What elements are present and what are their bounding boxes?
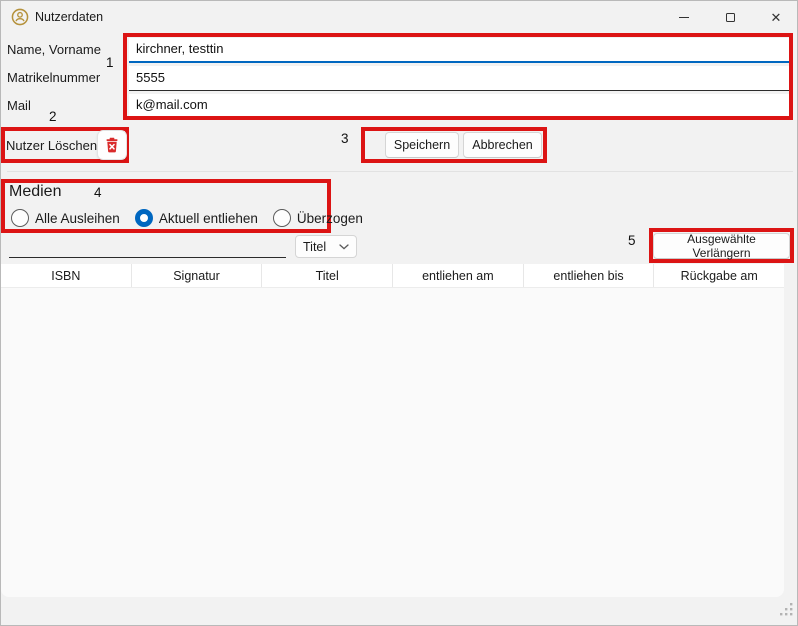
delete-user-button[interactable]: [97, 130, 127, 160]
window-title: Nutzerdaten: [35, 10, 103, 24]
annotation-number-1: 1: [106, 55, 114, 70]
medien-section-title: Medien: [9, 183, 61, 201]
column-header-rueckgabe-am[interactable]: Rückgabe am: [654, 264, 784, 287]
matrikelnummer-label: Matrikelnummer: [7, 70, 100, 85]
close-icon: ✕: [771, 11, 782, 24]
section-divider: [7, 171, 793, 172]
trash-delete-icon: [104, 137, 120, 153]
column-header-signatur[interactable]: Signatur: [132, 264, 263, 287]
user-avatar-icon: [11, 8, 29, 26]
save-button[interactable]: Speichern: [385, 132, 459, 158]
mail-label: Mail: [7, 98, 31, 113]
column-header-entliehen-am[interactable]: entliehen am: [393, 264, 524, 287]
cancel-button[interactable]: Abbrechen: [463, 132, 542, 158]
media-table-header: ISBN Signatur Titel entliehen am entlieh…: [1, 264, 784, 288]
annotation-box-1: [123, 33, 793, 120]
radio-off-icon: [11, 209, 29, 227]
annotation-number-3: 3: [341, 131, 349, 146]
close-button[interactable]: ✕: [753, 1, 798, 33]
annotation-number-5: 5: [628, 233, 636, 248]
delete-user-label: Nutzer Löschen: [6, 138, 97, 153]
minimize-button[interactable]: [661, 1, 707, 33]
column-header-entliehen-bis[interactable]: entliehen bis: [524, 264, 655, 287]
radio-ueberzogen[interactable]: Überzogen: [273, 209, 363, 227]
radio-on-icon: [135, 209, 153, 227]
extend-selected-button[interactable]: Ausgewählte Verlängern: [653, 233, 790, 259]
chevron-down-icon: [339, 244, 349, 250]
radio-off-icon: [273, 209, 291, 227]
nutzerdaten-window: Nutzerdaten ✕ Name, Vorname Matrikelnumm…: [0, 0, 798, 626]
radio-aktuell-entliehen[interactable]: Aktuell entliehen: [135, 209, 258, 227]
annotation-number-2: 2: [49, 109, 57, 124]
media-table-body: [1, 288, 784, 597]
media-search-input[interactable]: [9, 237, 286, 258]
resize-grip-icon[interactable]: [779, 602, 793, 616]
loan-filter-radio-group: Alle Ausleihen Aktuell entliehen Überzog…: [11, 209, 363, 227]
radio-alle-ausleihen[interactable]: Alle Ausleihen: [11, 209, 120, 227]
minimize-icon: [679, 17, 689, 18]
title-bar: Nutzerdaten ✕: [1, 1, 797, 33]
column-header-titel[interactable]: Titel: [262, 264, 393, 287]
name-label: Name, Vorname: [7, 42, 101, 57]
column-header-isbn[interactable]: ISBN: [1, 264, 132, 287]
maximize-button[interactable]: [707, 1, 753, 33]
maximize-icon: [726, 13, 735, 22]
search-field-dropdown[interactable]: Titel: [295, 235, 357, 258]
